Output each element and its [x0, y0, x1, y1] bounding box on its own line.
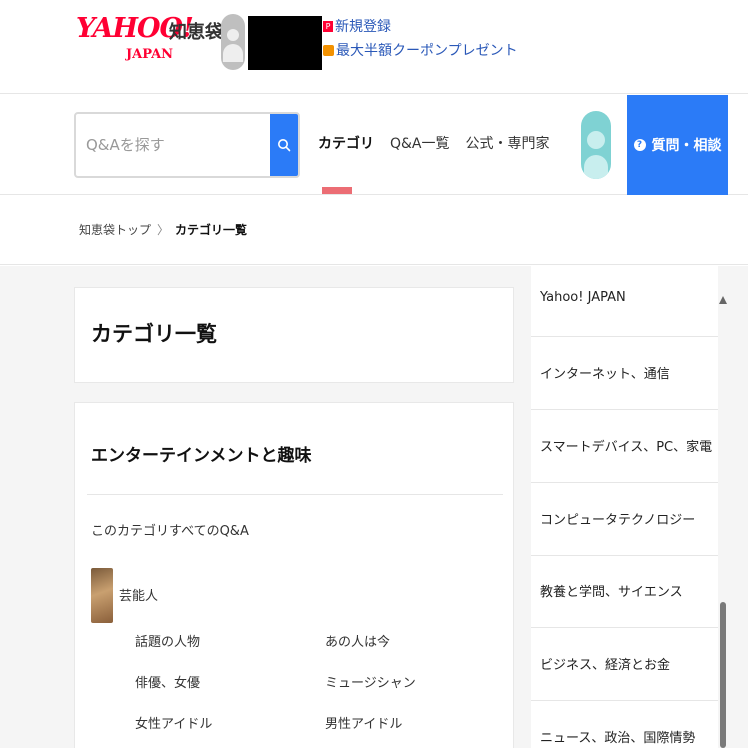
avatar-body-shape: [223, 44, 243, 62]
sidebar-item[interactable]: 教養と学問、サイエンス: [531, 555, 718, 628]
main-content: カテゴリ一覧 エンターテインメントと趣味 このカテゴリすべてのQ&A 芸能人 話…: [0, 266, 748, 748]
breadcrumb-bar: 知恵袋トップ 〉 カテゴリ一覧: [0, 196, 748, 265]
yahoo-chiebukuro-logo[interactable]: YAHOO! JAPAN 知恵袋: [76, 14, 223, 63]
sidebar-item[interactable]: コンピュータテクノロジー: [531, 483, 718, 556]
search-box: [74, 112, 300, 178]
top-header: YAHOO! JAPAN 知恵袋 P 新規登録 最大半額クーポンプレゼント: [0, 0, 748, 94]
user-avatar[interactable]: [221, 14, 245, 70]
search-input[interactable]: [76, 114, 274, 176]
nav-tabs: カテゴリ Q&A一覧 公式・専門家: [318, 133, 550, 153]
redacted-username: [248, 16, 322, 70]
sidebar-scrollbar[interactable]: [718, 266, 728, 748]
sidebar-item-label: 教養と学問、サイエンス: [540, 585, 683, 600]
sidebar-item-label: コンピュータテクノロジー: [540, 513, 696, 528]
page-title-card: カテゴリ一覧: [74, 287, 514, 383]
signup-link-label: 新規登録: [335, 19, 391, 35]
ask-question-label: 質問・相談: [651, 138, 722, 154]
sidebar-item-label: ニュース、政治、国際情勢: [540, 731, 696, 746]
breadcrumb-current: カテゴリ一覧: [175, 223, 248, 237]
sidebar-item[interactable]: ビジネス、経済とお金: [531, 628, 718, 701]
main-navbar: カテゴリ Q&A一覧 公式・専門家 ? 質問・相談: [0, 95, 748, 195]
category-all-qa-link[interactable]: このカテゴリすべてのQ&A: [91, 520, 249, 539]
logo-japan-text: JAPAN: [126, 47, 174, 62]
scrollbar-thumb[interactable]: [720, 602, 726, 748]
cart-icon: [323, 44, 334, 56]
sidebar-item[interactable]: ニュース、政治、国際情勢: [531, 701, 718, 748]
tab-official-experts[interactable]: 公式・専門家: [466, 133, 550, 153]
scroll-up-arrow-icon[interactable]: [719, 296, 727, 304]
subcategory-item[interactable]: 俳優、女優: [135, 672, 325, 693]
avatar-head-shape: [587, 131, 605, 149]
coupon-link[interactable]: 最大半額クーポンプレゼント: [323, 38, 518, 62]
subcategory-item[interactable]: 話題の人物: [135, 631, 325, 652]
sidebar-item-label: ビジネス、経済とお金: [540, 658, 671, 673]
subcategory-item[interactable]: あの人は今: [325, 631, 495, 652]
subcategory-item[interactable]: 女性アイドル: [135, 713, 325, 734]
breadcrumb: 知恵袋トップ 〉 カテゴリ一覧: [79, 221, 247, 238]
sidebar-item-label: スマートデバイス、PC、家電: [540, 440, 713, 455]
tab-qa-list[interactable]: Q&A一覧: [390, 133, 450, 153]
category-card: エンターテインメントと趣味 このカテゴリすべてのQ&A 芸能人 話題の人物 あの…: [74, 402, 514, 748]
search-button[interactable]: [270, 114, 298, 176]
signup-link[interactable]: P 新規登録: [323, 14, 518, 38]
divider: [87, 494, 503, 495]
sidebar-item[interactable]: インターネット、通信: [531, 337, 718, 410]
avatar-body-shape: [584, 155, 608, 179]
sidebar-item-label: インターネット、通信: [540, 367, 670, 382]
sidebar-item-label: Yahoo! JAPAN: [540, 290, 626, 305]
page-title: カテゴリ一覧: [91, 322, 217, 346]
subcategory-list: 話題の人物 あの人は今 俳優、女優 ミュージシャン 女性アイドル 男性アイドル: [135, 631, 495, 734]
search-icon: [278, 139, 291, 152]
header-promo-links: P 新規登録 最大半額クーポンプレゼント: [323, 14, 518, 62]
ask-question-button[interactable]: ? 質問・相談: [627, 95, 728, 195]
sidebar-item[interactable]: Yahoo! JAPAN: [531, 266, 718, 337]
coupon-link-label: 最大半額クーポンプレゼント: [336, 43, 518, 59]
breadcrumb-separator: 〉: [157, 223, 170, 237]
avatar-head-shape: [227, 29, 239, 41]
category-title: エンターテインメントと趣味: [91, 446, 312, 466]
category-sidebar: Yahoo! JAPAN インターネット、通信 スマートデバイス、PC、家電 コ…: [531, 266, 718, 748]
subcategory-item[interactable]: ミュージシャン: [325, 672, 495, 693]
paypay-p-icon: P: [323, 20, 333, 32]
question-icon: ?: [633, 139, 646, 151]
sidebar-item[interactable]: スマートデバイス、PC、家電: [531, 410, 718, 483]
logo-service-name: 知恵袋: [169, 22, 223, 43]
breadcrumb-home[interactable]: 知恵袋トップ: [79, 221, 151, 238]
subcategory-thumbnail: [91, 568, 113, 623]
nav-user-avatar[interactable]: [581, 111, 611, 179]
subcategory-item[interactable]: 男性アイドル: [325, 713, 495, 734]
subcategory-title[interactable]: 芸能人: [119, 585, 158, 604]
active-tab-indicator: [322, 187, 352, 194]
tab-category[interactable]: カテゴリ: [318, 133, 374, 153]
